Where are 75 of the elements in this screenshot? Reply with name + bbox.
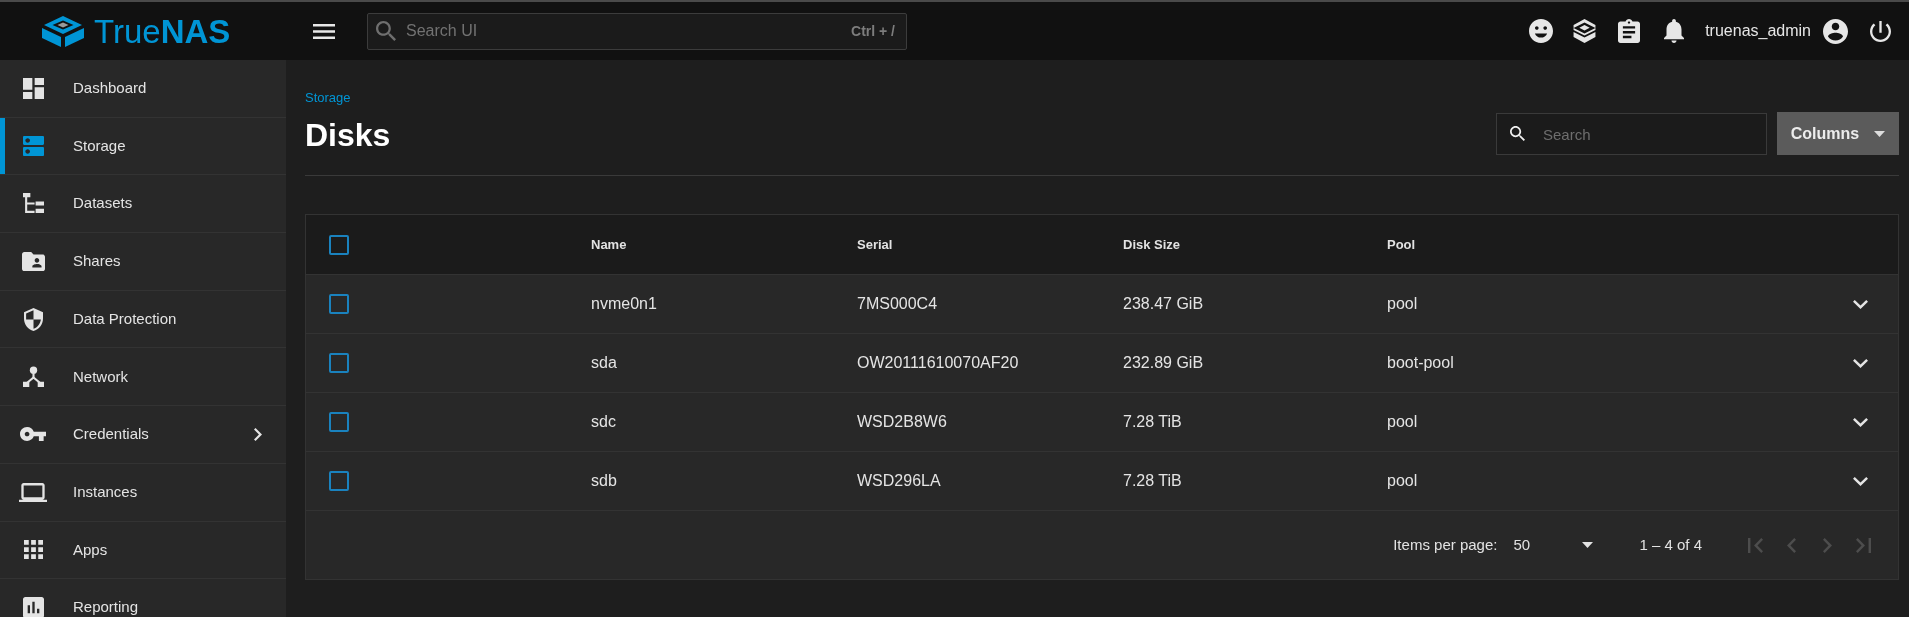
search-icon bbox=[376, 20, 396, 41]
sidebar-item[interactable]: Instances bbox=[0, 463, 286, 522]
column-header: Disk Size bbox=[1123, 235, 1181, 254]
dashboard-icon bbox=[22, 77, 44, 99]
checkbox[interactable] bbox=[329, 471, 349, 491]
sidebar-item[interactable]: Credentials bbox=[0, 406, 286, 464]
menu-icon[interactable] bbox=[313, 23, 335, 39]
table-cell-text: WSD296LA bbox=[857, 471, 941, 491]
laptop-icon bbox=[19, 482, 47, 502]
chevron-down-icon[interactable] bbox=[1852, 476, 1868, 486]
table-cell-text: pool bbox=[1387, 412, 1418, 432]
page-title: Disks bbox=[305, 116, 391, 155]
table-cell-text: 7.28 TiB bbox=[1123, 412, 1182, 432]
first-page-icon bbox=[1747, 537, 1763, 553]
page-size-select[interactable]: 50 bbox=[1513, 533, 1594, 557]
items-per-page-label: Items per page: bbox=[1393, 534, 1498, 555]
shared-folder-icon bbox=[21, 251, 45, 271]
search-icon bbox=[1510, 126, 1525, 141]
table-cell-text: sdc bbox=[591, 412, 616, 432]
table-cell-text: 232.89 GiB bbox=[1123, 353, 1204, 373]
avatar-icon[interactable] bbox=[1823, 18, 1848, 44]
sidebar-item[interactable]: Apps bbox=[0, 521, 286, 580]
server-icon bbox=[22, 136, 44, 157]
table-cell-text: pool bbox=[1387, 294, 1418, 314]
bar-chart-icon bbox=[22, 597, 44, 617]
sidebar-item[interactable]: Shares bbox=[0, 233, 286, 291]
sidebar-item[interactable]: Reporting bbox=[0, 579, 286, 617]
chevron-down-icon[interactable] bbox=[1852, 299, 1868, 309]
chevron-right-icon bbox=[1822, 537, 1832, 553]
last-page-icon bbox=[1855, 537, 1871, 553]
table-cell-text: 7.28 TiB bbox=[1123, 471, 1182, 491]
clipboard-icon[interactable] bbox=[1618, 19, 1641, 43]
chevron-down-icon[interactable] bbox=[1852, 417, 1868, 427]
table-cell-text: OW20111610070AF20 bbox=[857, 353, 1019, 373]
stacked-hexagon-icon[interactable] bbox=[1572, 18, 1598, 44]
table-cell-text: 7MS000C4 bbox=[857, 294, 938, 314]
table-cell-text: sdb bbox=[591, 471, 617, 491]
chevron-left-icon bbox=[1786, 537, 1796, 553]
tree-icon bbox=[22, 193, 44, 215]
sidebar-item[interactable]: Datasets bbox=[0, 175, 286, 234]
checkbox[interactable] bbox=[329, 234, 349, 255]
breadcrumb-link[interactable]: Storage bbox=[305, 89, 391, 107]
sidebar-item[interactable]: Dashboard bbox=[0, 60, 286, 118]
columns-button[interactable]: Columns bbox=[1777, 112, 1899, 155]
checkbox[interactable] bbox=[329, 412, 349, 432]
search-field[interactable]: Search bbox=[1496, 113, 1767, 155]
page-range-text: 1 – 4 of 4 bbox=[1639, 534, 1702, 555]
power-icon[interactable] bbox=[1870, 20, 1891, 42]
sidebar-item[interactable]: Storage bbox=[0, 117, 286, 176]
smiley-icon[interactable] bbox=[1529, 19, 1554, 43]
key-icon bbox=[20, 427, 46, 442]
sidebar-item[interactable]: Data Protection bbox=[0, 290, 286, 349]
logo-icon bbox=[42, 15, 84, 47]
chevron-down-icon[interactable] bbox=[1852, 358, 1868, 368]
table-cell-text: boot-pool bbox=[1387, 353, 1454, 373]
column-header: Name bbox=[591, 235, 627, 254]
username-text: truenas_admin bbox=[1705, 21, 1811, 41]
caret-icon bbox=[1582, 542, 1594, 548]
column-header: Pool bbox=[1387, 235, 1416, 254]
table-cell-text: WSD2B8W6 bbox=[857, 412, 947, 432]
checkbox[interactable] bbox=[329, 294, 349, 314]
shield-icon bbox=[23, 307, 43, 331]
caret-icon bbox=[1874, 130, 1886, 137]
table-cell-text: nvme0n1 bbox=[591, 294, 657, 314]
bell-icon[interactable] bbox=[1664, 19, 1685, 43]
checkbox[interactable] bbox=[329, 353, 349, 373]
sidebar-item[interactable]: Network bbox=[0, 348, 286, 407]
home-logo-link[interactable]: TrueNAS bbox=[42, 14, 231, 48]
table-cell-text: pool bbox=[1387, 471, 1418, 491]
keyboard-shortcut-hint: Ctrl + / bbox=[851, 22, 895, 39]
table-cell-text: 238.47 GiB bbox=[1123, 294, 1204, 314]
table-cell-text: sda bbox=[591, 353, 617, 373]
grid-icon bbox=[23, 540, 43, 560]
network-icon bbox=[22, 366, 44, 388]
column-header: Serial bbox=[857, 235, 893, 254]
